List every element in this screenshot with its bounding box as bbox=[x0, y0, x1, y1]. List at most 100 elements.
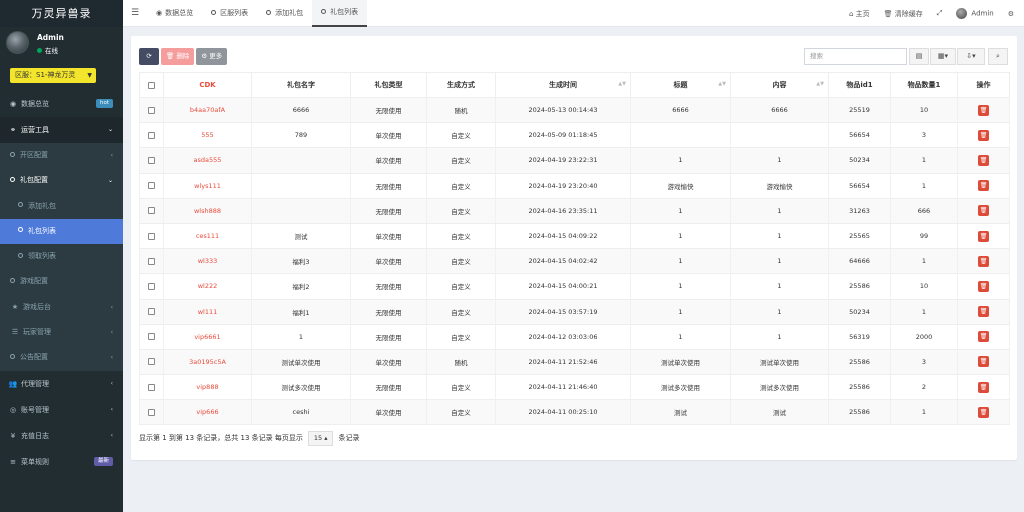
cell-cdk[interactable]: wl333 bbox=[163, 248, 252, 275]
row-select-cell[interactable] bbox=[139, 97, 164, 124]
col-header-content[interactable]: 内容 ▲▼ bbox=[730, 72, 829, 98]
cell-cdk[interactable]: 555 bbox=[163, 122, 252, 149]
row-select-cell[interactable] bbox=[139, 374, 164, 401]
tab-add-gift[interactable]: 添加礼包 bbox=[257, 0, 312, 27]
delete-row-button[interactable]: 🗑 bbox=[978, 180, 989, 192]
sidebar-item-gift-config[interactable]: 礼包配置 ⌄ bbox=[0, 168, 123, 194]
row-select-cell[interactable] bbox=[139, 122, 164, 149]
checkbox-icon[interactable] bbox=[148, 333, 155, 341]
admin-menu[interactable]: Admin bbox=[956, 8, 994, 19]
search-input[interactable]: 搜索 bbox=[804, 48, 907, 65]
checkbox-icon[interactable] bbox=[148, 207, 155, 215]
cell-cdk[interactable]: wlys111 bbox=[163, 173, 252, 199]
sidebar-item-label: 添加礼包 bbox=[28, 201, 56, 210]
col-header-item-qty[interactable]: 物品数量1 bbox=[890, 72, 958, 98]
col-header-method[interactable]: 生成方式 bbox=[426, 72, 496, 98]
delete-row-button[interactable]: 🗑 bbox=[978, 381, 989, 393]
col-header-type[interactable]: 礼包类型 bbox=[350, 72, 427, 98]
row-select-cell[interactable] bbox=[139, 223, 164, 250]
sidebar-item-player-mgmt[interactable]: ☰ 玩家管理 ‹ bbox=[0, 320, 123, 346]
delete-row-button[interactable]: 🗑 bbox=[978, 406, 989, 418]
tab-dashboard[interactable]: ◉ 数据总览 bbox=[147, 0, 202, 27]
server-select[interactable]: 区服：S1-神龙万灵 ▼ bbox=[10, 68, 96, 83]
settings-icon[interactable]: ⚙ bbox=[1008, 10, 1014, 18]
cell-cdk[interactable]: vip666 bbox=[163, 399, 252, 426]
sidebar-item-dashboard[interactable]: ◉ 数据总览 hot bbox=[0, 91, 123, 117]
delete-row-button[interactable]: 🗑 bbox=[978, 331, 989, 343]
sidebar-item-game-config[interactable]: 游戏配置 bbox=[0, 269, 123, 295]
cell-cdk[interactable]: 3a0195c5A bbox=[163, 349, 252, 376]
row-select-cell[interactable] bbox=[139, 324, 164, 350]
cell-cdk[interactable]: b4aa70afA bbox=[163, 97, 252, 124]
sidebar-item-recharge-log[interactable]: ¥ 充值日志 ‹ bbox=[0, 423, 123, 449]
select-all-cell[interactable] bbox=[139, 72, 164, 98]
row-select-cell[interactable] bbox=[139, 248, 164, 275]
sidebar-item-game-backend[interactable]: ★ 游戏后台 ‹ bbox=[0, 294, 123, 321]
search-button[interactable]: ⌕ bbox=[988, 48, 1008, 65]
row-select-cell[interactable] bbox=[139, 273, 164, 300]
sidebar-item-open-server[interactable]: 开区配置 ‹ bbox=[0, 143, 123, 169]
delete-row-button[interactable]: 🗑 bbox=[978, 154, 989, 166]
checkbox-icon[interactable] bbox=[148, 358, 155, 366]
clear-cache-link[interactable]: 🗑 清除缓存 bbox=[884, 9, 923, 19]
sidebar-item-menu-rules[interactable]: ≡ 菜单规则 最新 bbox=[0, 449, 123, 475]
checkbox-icon[interactable] bbox=[148, 182, 155, 190]
cell-cdk[interactable]: asda555 bbox=[163, 147, 252, 174]
col-header-time[interactable]: 生成时间 ▲▼ bbox=[495, 72, 631, 98]
sidebar-item-notice-config[interactable]: 公告配置 ‹ bbox=[0, 345, 123, 371]
columns-button[interactable]: ▦▾ bbox=[930, 48, 956, 65]
checkbox-icon[interactable] bbox=[148, 308, 155, 316]
sidebar-item-ops-tools[interactable]: ⚭ 运营工具 ⌄ bbox=[0, 117, 123, 143]
delete-row-button[interactable]: 🗑 bbox=[978, 205, 989, 217]
cell-action: 🗑 bbox=[957, 97, 1010, 124]
tab-gift-list[interactable]: 礼包列表 bbox=[312, 0, 368, 27]
cell-cdk[interactable]: wlsh888 bbox=[163, 198, 252, 224]
row-select-cell[interactable] bbox=[139, 198, 164, 224]
cell-cdk[interactable]: vip888 bbox=[163, 374, 252, 401]
col-header-item-id[interactable]: 物品id1 bbox=[828, 72, 891, 98]
row-select-cell[interactable] bbox=[139, 349, 164, 376]
delete-row-button[interactable]: 🗑 bbox=[978, 104, 989, 116]
row-select-cell[interactable] bbox=[139, 299, 164, 325]
col-header-cdk[interactable]: CDK bbox=[163, 72, 252, 98]
checkbox-icon[interactable] bbox=[148, 232, 155, 240]
cell-cdk[interactable]: wl222 bbox=[163, 273, 252, 300]
sidebar-item-add-gift[interactable]: 添加礼包 bbox=[0, 193, 123, 219]
more-button[interactable]: ⚙ 更多 bbox=[196, 48, 228, 65]
home-link[interactable]: ⌂ 主页 bbox=[849, 9, 870, 19]
download-button[interactable]: ⇩▾ bbox=[957, 48, 985, 65]
delete-button[interactable]: 🗑 删除 bbox=[161, 48, 195, 65]
delete-row-button[interactable]: 🗑 bbox=[978, 230, 989, 242]
export-button[interactable]: ▤ bbox=[909, 48, 929, 65]
delete-row-button[interactable]: 🗑 bbox=[978, 280, 989, 292]
cell-cdk[interactable]: wl111 bbox=[163, 299, 252, 325]
tab-server-list[interactable]: 区服列表 bbox=[202, 0, 257, 27]
page-size-select[interactable]: 15 ▴ bbox=[307, 430, 334, 446]
row-select-cell[interactable] bbox=[139, 399, 164, 426]
row-select-cell[interactable] bbox=[139, 173, 164, 199]
checkbox-icon[interactable] bbox=[148, 81, 155, 89]
delete-row-button[interactable]: 🗑 bbox=[978, 356, 989, 368]
checkbox-icon[interactable] bbox=[148, 383, 155, 391]
col-header-name[interactable]: 礼包名字 bbox=[251, 72, 351, 98]
sidebar-item-account-mgmt[interactable]: ◎ 账号管理 ‹ bbox=[0, 397, 123, 423]
cell-cdk[interactable]: ces111 bbox=[163, 223, 252, 250]
checkbox-icon[interactable] bbox=[148, 156, 155, 164]
checkbox-icon[interactable] bbox=[148, 282, 155, 290]
cell-cdk[interactable]: vip6661 bbox=[163, 324, 252, 350]
sidebar-item-claim-list[interactable]: 领取列表 bbox=[0, 244, 123, 270]
checkbox-icon[interactable] bbox=[148, 408, 155, 416]
fullscreen-icon[interactable]: ⤢ bbox=[937, 9, 943, 18]
sidebar-item-agent-mgmt[interactable]: 👥 代理管理 ‹ bbox=[0, 371, 123, 397]
sidebar-item-gift-list[interactable]: 礼包列表 bbox=[0, 218, 123, 245]
checkbox-icon[interactable] bbox=[148, 106, 155, 114]
delete-row-button[interactable]: 🗑 bbox=[978, 255, 989, 267]
col-header-title[interactable]: 标题 ▲▼ bbox=[630, 72, 731, 98]
refresh-button[interactable]: ⟳ bbox=[139, 48, 159, 65]
hamburger-icon[interactable]: ☰ bbox=[131, 8, 139, 18]
checkbox-icon[interactable] bbox=[148, 257, 155, 265]
row-select-cell[interactable] bbox=[139, 147, 164, 174]
delete-row-button[interactable]: 🗑 bbox=[978, 129, 989, 141]
checkbox-icon[interactable] bbox=[148, 131, 155, 139]
delete-row-button[interactable]: 🗑 bbox=[978, 306, 989, 318]
